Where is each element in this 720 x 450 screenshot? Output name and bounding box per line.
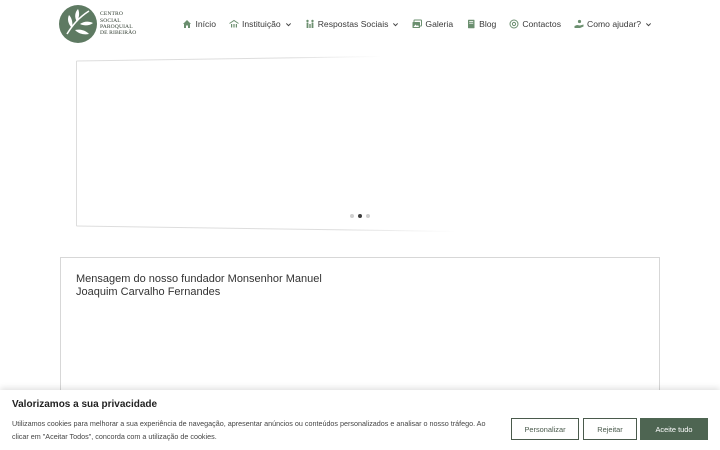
home-icon <box>183 20 192 28</box>
nav-item-galeria[interactable]: Galeria <box>412 19 453 29</box>
book-icon <box>468 19 475 29</box>
nav-label: Blog <box>479 19 497 29</box>
leaf-logo-icon <box>59 5 97 43</box>
institution-icon <box>229 19 239 28</box>
main-nav: Início Instituição Respostas Sociais Gal… <box>182 17 652 31</box>
nav-item-blog[interactable]: Blog <box>466 19 496 29</box>
nav-item-instituicao[interactable]: Instituição <box>229 19 292 29</box>
chevron-down-icon <box>285 22 291 26</box>
logo-text: CENTRO SOCIAL PAROQUIAL DE RIBEIRÃO <box>100 11 136 37</box>
slider-dot-active[interactable] <box>358 214 362 218</box>
logo-line: DE RIBEIRÃO <box>100 30 137 37</box>
nav-label: Respostas Sociais <box>317 19 389 29</box>
nav-item-respostas-sociais[interactable]: Respostas Sociais <box>305 19 400 29</box>
site-logo[interactable]: CENTRO SOCIAL PAROQUIAL DE RIBEIRÃO <box>58 4 138 44</box>
nav-item-contactos[interactable]: Contactos <box>509 19 561 29</box>
helping-hand-icon <box>574 19 584 28</box>
people-icon <box>306 19 314 28</box>
cookie-consent-banner: Valorizamos a sua privacidade Utilizamos… <box>0 390 720 450</box>
accept-all-button[interactable]: Aceite tudo <box>640 418 708 440</box>
slider-frame <box>76 56 456 232</box>
reject-button[interactable]: Rejeitar <box>583 418 637 440</box>
customize-button[interactable]: Personalizar <box>511 418 579 440</box>
site-header: CENTRO SOCIAL PAROQUIAL DE RIBEIRÃO Iníc… <box>0 0 720 50</box>
slider-dot[interactable] <box>350 214 354 218</box>
cookie-banner-title: Valorizamos a sua privacidade <box>12 399 158 410</box>
nav-label: Como ajudar? <box>587 19 641 29</box>
cookie-banner-text: Utilizamos cookies para melhorar a sua e… <box>12 419 486 441</box>
nav-label: Instituição <box>242 19 281 29</box>
founder-message-title: Mensagem do nosso fundador Monsenhor Man… <box>76 273 322 298</box>
nav-label: Contactos <box>522 19 562 29</box>
hero-slider[interactable] <box>76 56 456 232</box>
nav-item-inicio[interactable]: Início <box>182 19 216 29</box>
chevron-down-icon <box>393 22 399 26</box>
nav-item-como-ajudar[interactable]: Como ajudar? <box>574 19 652 29</box>
nav-label: Galeria <box>425 19 454 29</box>
slider-dot[interactable] <box>366 214 370 218</box>
at-icon <box>509 19 519 29</box>
slider-pagination <box>350 214 374 218</box>
chevron-down-icon <box>645 22 652 26</box>
nav-label: Início <box>195 19 216 29</box>
gallery-icon <box>412 19 423 28</box>
